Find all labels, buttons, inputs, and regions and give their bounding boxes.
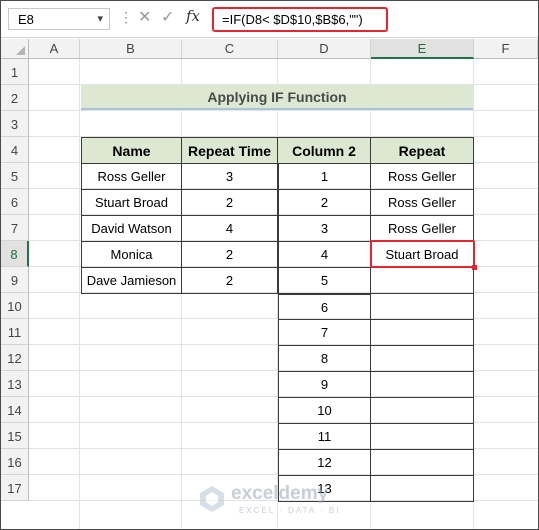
column2-cell[interactable]: 8 [278,346,371,372]
repeat-cell[interactable]: Ross Geller [371,164,474,190]
drag-handle-icon[interactable]: ⋮ [119,9,133,26]
row-header-2[interactable]: 2 [1,85,29,111]
column-header-f[interactable]: F [474,39,538,59]
gridline [181,59,182,529]
formula-text: =IF(D8< $D$10,$B$6,"") [222,12,363,27]
row-header-9[interactable]: 9 [1,267,29,293]
repeat-time-cell[interactable]: 2 [182,242,278,268]
name-cell[interactable]: Monica [81,242,182,268]
repeat-time-cell[interactable]: 2 [182,190,278,216]
repeat-cell[interactable] [371,398,474,424]
header-name[interactable]: Name [81,137,182,164]
column2-cell[interactable]: 11 [278,424,371,450]
row-header-6[interactable]: 6 [1,189,29,215]
exceldemy-logo-icon [200,486,224,512]
name-box[interactable]: E8 ▾ [8,8,110,30]
active-cell-selection[interactable] [370,240,477,270]
repeat-cell[interactable] [371,372,474,398]
row-header-14[interactable]: 14 [1,397,29,423]
column2-cell[interactable]: 10 [278,398,371,424]
row-header-16[interactable]: 16 [1,449,29,475]
column-header-e[interactable]: E [371,39,474,59]
row-header-5[interactable]: 5 [1,163,29,189]
column2-cell[interactable]: 9 [278,372,371,398]
watermark-logo: exceldemy EXCEL · DATA · BI [197,481,347,521]
header-column-2[interactable]: Column 2 [278,137,371,164]
column-header-b[interactable]: B [80,39,182,59]
formula-bar: E8 ▾ ⋮ ✕ ✓ fx =IF(D8< $D$10,$B$6,"") [1,1,538,37]
cancel-icon[interactable]: ✕ [138,7,151,27]
repeat-time-cell[interactable]: 4 [182,216,278,242]
row-header-11[interactable]: 11 [1,319,29,345]
column2-cell[interactable]: 5 [278,268,371,294]
select-all-button[interactable] [1,39,29,59]
repeat-cell[interactable] [371,320,474,346]
repeat-time-cell[interactable]: 3 [182,164,278,190]
spreadsheet-window: E8 ▾ ⋮ ✕ ✓ fx =IF(D8< $D$10,$B$6,"") A B… [0,0,539,530]
gridline [79,59,80,529]
repeat-cell[interactable] [371,268,474,294]
column2-cell[interactable]: 1 [278,164,371,190]
row-header-13[interactable]: 13 [1,371,29,397]
row-header-15[interactable]: 15 [1,423,29,449]
column2-cell[interactable]: 6 [278,294,371,320]
repeat-time-cell[interactable]: 2 [182,268,278,294]
header-repeat[interactable]: Repeat [371,137,474,164]
row-header-3[interactable]: 3 [1,111,29,137]
repeat-cell[interactable] [371,476,474,502]
column2-cell[interactable]: 4 [278,242,371,268]
row-header-17[interactable]: 17 [1,475,29,501]
name-box-value: E8 [18,12,34,27]
watermark-brand: exceldemy [231,483,329,504]
row-header-12[interactable]: 12 [1,345,29,371]
name-cell[interactable]: Stuart Broad [81,190,182,216]
divider [1,37,538,38]
name-cell[interactable]: Ross Geller [81,164,182,190]
select-all-triangle-icon [16,46,25,55]
column2-cell[interactable]: 3 [278,216,371,242]
gridline [29,110,538,111]
column-header-d[interactable]: D [278,39,371,59]
repeat-cell[interactable]: Ross Geller [371,216,474,242]
name-cell[interactable]: Dave Jamieson [81,268,182,294]
repeat-cell[interactable] [371,294,474,320]
name-cell[interactable]: David Watson [81,216,182,242]
row-header-10[interactable]: 10 [1,293,29,319]
row-header-8[interactable]: 8 [1,241,29,267]
watermark-tagline: EXCEL · DATA · BI [239,506,341,515]
chevron-down-icon[interactable]: ▾ [97,12,103,25]
enter-check-icon[interactable]: ✓ [161,7,174,27]
column-header-a[interactable]: A [29,39,80,59]
column-header-c[interactable]: C [182,39,278,59]
column2-cell[interactable]: 2 [278,190,371,216]
repeat-cell[interactable] [371,424,474,450]
row-header-4[interactable]: 4 [1,137,29,163]
repeat-cell[interactable]: Ross Geller [371,190,474,216]
insert-function-icon[interactable]: fx [186,7,200,25]
fill-handle[interactable] [472,265,477,270]
row-header-7[interactable]: 7 [1,215,29,241]
header-repeat-time[interactable]: Repeat Time [182,137,278,164]
formula-input[interactable]: =IF(D8< $D$10,$B$6,"") [212,7,388,32]
repeat-cell[interactable] [371,450,474,476]
column2-cell[interactable]: 7 [278,320,371,346]
column2-cell[interactable]: 12 [278,450,371,476]
row-header-1[interactable]: 1 [1,59,29,85]
sheet-title[interactable]: Applying IF Function [81,85,473,110]
repeat-cell[interactable] [371,346,474,372]
